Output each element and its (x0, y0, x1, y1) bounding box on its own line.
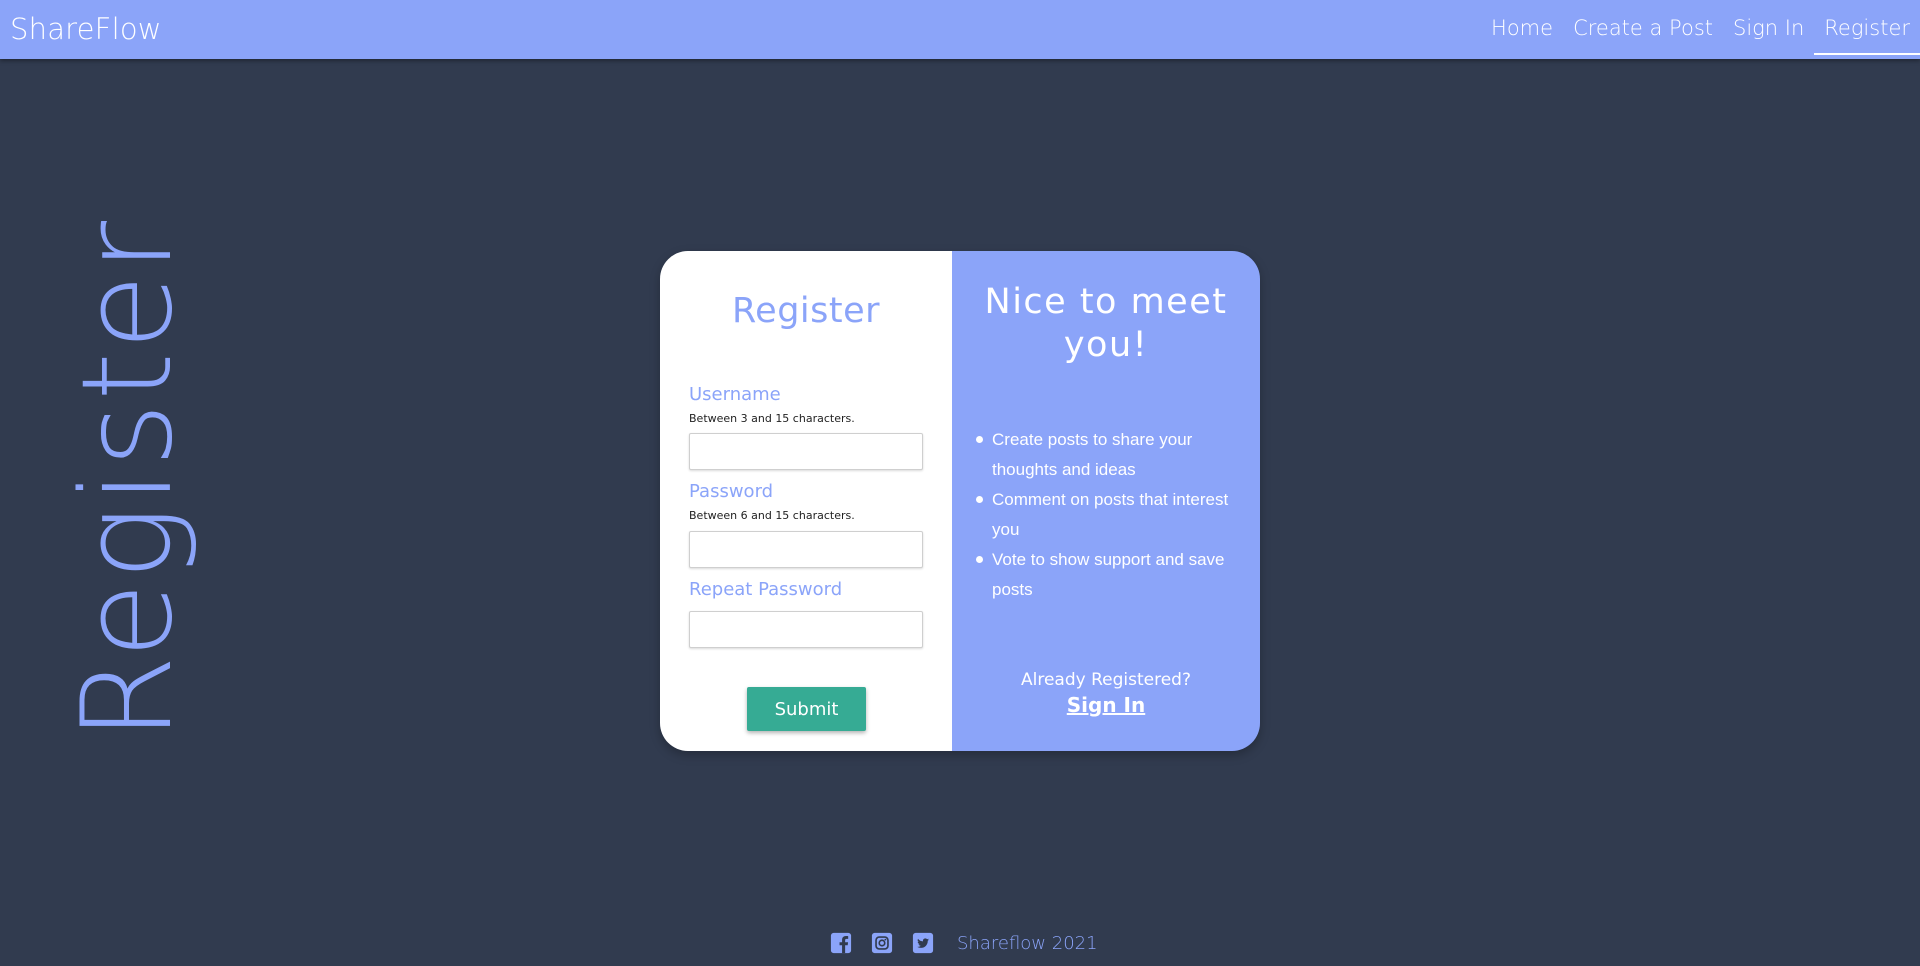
repeat-password-input[interactable] (689, 611, 923, 648)
password-input[interactable] (689, 531, 923, 568)
footer: Shareflow 2021 (830, 930, 1098, 956)
top-navbar: ShareFlow Home Create a Post Sign In Reg… (0, 0, 1920, 59)
welcome-panel: Nice to meet you! Create posts to share … (952, 251, 1260, 751)
password-label: Password (689, 481, 774, 502)
submit-button[interactable]: Submit (747, 687, 866, 731)
footer-copyright: Shareflow 2021 (957, 932, 1098, 954)
facebook-icon[interactable] (830, 932, 852, 954)
benefit-item: Create posts to share your thoughts and … (972, 425, 1246, 485)
brand-logo[interactable]: ShareFlow (10, 12, 162, 46)
instagram-icon[interactable] (871, 932, 893, 954)
benefits-list: Create posts to share your thoughts and … (972, 425, 1246, 605)
username-hint: Between 3 and 15 characters. (689, 412, 855, 425)
already-registered-text: Already Registered? (1021, 670, 1191, 690)
vertical-page-heading: Register (56, 219, 200, 741)
username-label: Username (689, 384, 781, 405)
twitter-icon[interactable] (912, 932, 934, 954)
nav-link-home[interactable]: Home (1481, 0, 1563, 59)
nav-links: Home Create a Post Sign In Register (1481, 0, 1920, 59)
nav-link-register[interactable]: Register (1814, 0, 1920, 59)
nav-link-create-post[interactable]: Create a Post (1563, 0, 1723, 59)
form-title: Register (731, 291, 881, 331)
sign-in-link[interactable]: Sign In (952, 693, 1260, 717)
username-input[interactable] (689, 433, 923, 470)
repeat-password-label: Repeat Password (689, 579, 843, 600)
welcome-title: Nice to meet you! (984, 282, 1228, 365)
nav-link-sign-in[interactable]: Sign In (1723, 0, 1814, 59)
benefit-item: Comment on posts that interest you (972, 485, 1246, 545)
vertical-page-heading-text: Register (56, 218, 201, 742)
benefit-item: Vote to show support and save posts (972, 545, 1246, 605)
register-card: Register Username Between 3 and 15 chara… (660, 251, 1260, 751)
register-form-panel: Register Username Between 3 and 15 chara… (660, 251, 952, 751)
password-hint: Between 6 and 15 characters. (689, 509, 855, 522)
